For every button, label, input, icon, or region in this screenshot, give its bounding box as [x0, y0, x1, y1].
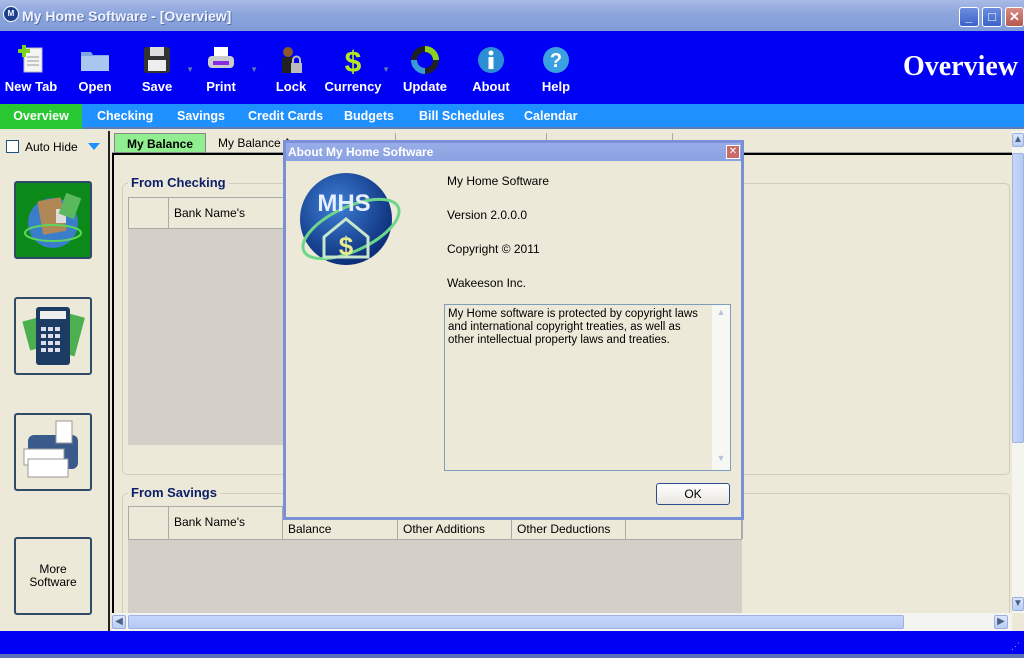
help-button[interactable]: ? Help [525, 43, 587, 99]
sidebar-budget-button[interactable] [14, 297, 92, 375]
horizontal-scroll-thumb[interactable] [128, 615, 904, 629]
calculator-money-icon [22, 307, 85, 365]
auto-hide-checkbox[interactable]: Auto Hide [6, 139, 78, 154]
new-tab-icon [18, 45, 43, 73]
checking-group-title: From Checking [128, 175, 229, 190]
update-icon [411, 46, 439, 74]
row-header-cell [129, 198, 169, 228]
checkbox-box[interactable] [6, 140, 19, 154]
about-dialog: About My Home Software ✕ MHS $ My Home S… [283, 140, 744, 520]
subtab-my-balance[interactable]: My Balance [114, 133, 207, 153]
new-tab-label: New Tab [4, 79, 58, 94]
app-icon[interactable]: M [3, 6, 19, 22]
ok-button[interactable]: OK [656, 483, 730, 505]
scroll-down-icon[interactable]: ▼ [714, 453, 728, 467]
auto-hide-label: Auto Hide [25, 139, 78, 154]
dialog-close-button[interactable]: ✕ [726, 145, 740, 159]
legal-scrollbar[interactable]: ▲ ▼ [712, 305, 730, 470]
currency-label: Currency [324, 79, 382, 94]
nav-overview[interactable]: Overview [0, 104, 82, 129]
nav-budgets[interactable]: Budgets [332, 104, 406, 129]
more-software-button[interactable]: More Software [14, 537, 92, 615]
svg-text:$: $ [345, 46, 362, 75]
help-icon: ? [543, 47, 569, 73]
folder-icon [81, 52, 109, 71]
scroll-up-icon[interactable]: ▲ [714, 307, 728, 321]
product-name: My Home Software [447, 174, 550, 188]
status-bar: ⋰ [0, 631, 1024, 658]
close-icon: ✕ [728, 146, 738, 157]
maximize-button[interactable]: □ [982, 7, 1002, 27]
dollar-icon: $ [345, 46, 362, 75]
sidebar: Auto Hide More Software [0, 131, 110, 631]
mhs-logo-icon: MHS $ [300, 173, 401, 265]
nav-credit-cards[interactable]: Credit Cards [236, 104, 335, 129]
open-button[interactable]: Open [64, 43, 126, 99]
version-text: Version 2.0.0.0 [447, 208, 528, 222]
currency-dropdown-icon[interactable]: ▼ [382, 65, 390, 74]
help-label: Help [541, 79, 571, 94]
page-heading: Overview [902, 51, 1018, 82]
savings-group-title: From Savings [128, 485, 220, 500]
open-label: Open [78, 79, 112, 94]
vertical-scrollbar[interactable]: ▲ ▼ [1012, 131, 1024, 613]
print-dropdown-icon[interactable]: ▼ [250, 65, 258, 74]
nav-bill-schedules[interactable]: Bill Schedules [407, 104, 516, 129]
svg-text:?: ? [550, 50, 562, 72]
row-header-cell [129, 507, 169, 539]
save-button[interactable]: Save ▼ [126, 43, 194, 99]
scroll-left-icon[interactable]: ◀ [112, 615, 126, 629]
close-button[interactable]: ✕ [1005, 7, 1024, 27]
copyright-text: Copyright © 2011 [447, 242, 540, 256]
maximize-icon: □ [988, 9, 996, 24]
logo-text: MHS [317, 190, 370, 217]
lock-label: Lock [275, 79, 307, 94]
sidebar-overview-button[interactable] [14, 181, 92, 259]
legal-textarea[interactable]: My Home software is protected by copyrig… [444, 304, 731, 471]
info-icon [478, 47, 504, 73]
lock-button[interactable]: Lock [260, 43, 322, 99]
vertical-scroll-thumb[interactable] [1012, 153, 1024, 443]
update-label: Update [402, 79, 448, 94]
save-label: Save [141, 79, 173, 94]
savings-grid[interactable]: Bank Name's Balance Other Additions Othe… [128, 506, 743, 616]
window-title: My Home Software - [Overview] [22, 8, 232, 24]
nav-checking[interactable]: Checking [85, 104, 165, 129]
print-button[interactable]: Print ▼ [190, 43, 258, 99]
about-label: About [472, 79, 510, 94]
currency-button[interactable]: $ Currency ▼ [322, 43, 390, 99]
dialog-title: About My Home Software [286, 143, 741, 161]
nav-calendar[interactable]: Calendar [512, 104, 590, 129]
nav-savings[interactable]: Savings [165, 104, 237, 129]
scroll-up-icon[interactable]: ▲ [1012, 133, 1024, 147]
scroll-down-icon[interactable]: ▼ [1012, 597, 1024, 611]
toolbar: New Tab Open Save ▼ Print ▼ Lock $ Curre… [0, 31, 1024, 104]
nav-bar: Overview Checking Savings Credit Cards B… [0, 104, 1024, 129]
printer-mail-icon [23, 420, 78, 478]
update-button[interactable]: Update [394, 43, 456, 99]
company-text: Wakeeson Inc. [447, 276, 526, 290]
wallet-globe-icon [24, 192, 82, 248]
column-bank-names[interactable]: Bank Name's [169, 507, 283, 539]
new-tab-button[interactable]: New Tab [0, 43, 62, 99]
print-label: Print [206, 79, 236, 94]
lock-icon [282, 47, 302, 73]
about-button[interactable]: About [460, 43, 522, 99]
svg-text:$: $ [339, 231, 354, 261]
floppy-disk-icon [144, 47, 170, 73]
minimize-icon: _ [965, 9, 973, 24]
horizontal-scrollbar[interactable]: ◀ ▶ [112, 613, 1012, 631]
close-icon: ✕ [1009, 9, 1020, 24]
printer-icon [208, 47, 234, 68]
scroll-right-icon[interactable]: ▶ [994, 615, 1008, 629]
collapse-arrow-icon[interactable] [88, 143, 100, 150]
resize-grip-icon[interactable]: ⋰ [1011, 641, 1020, 652]
sidebar-print-button[interactable] [14, 413, 92, 491]
title-bar: M My Home Software - [Overview] _ □ ✕ [0, 0, 1024, 31]
minimize-button[interactable]: _ [959, 7, 979, 27]
